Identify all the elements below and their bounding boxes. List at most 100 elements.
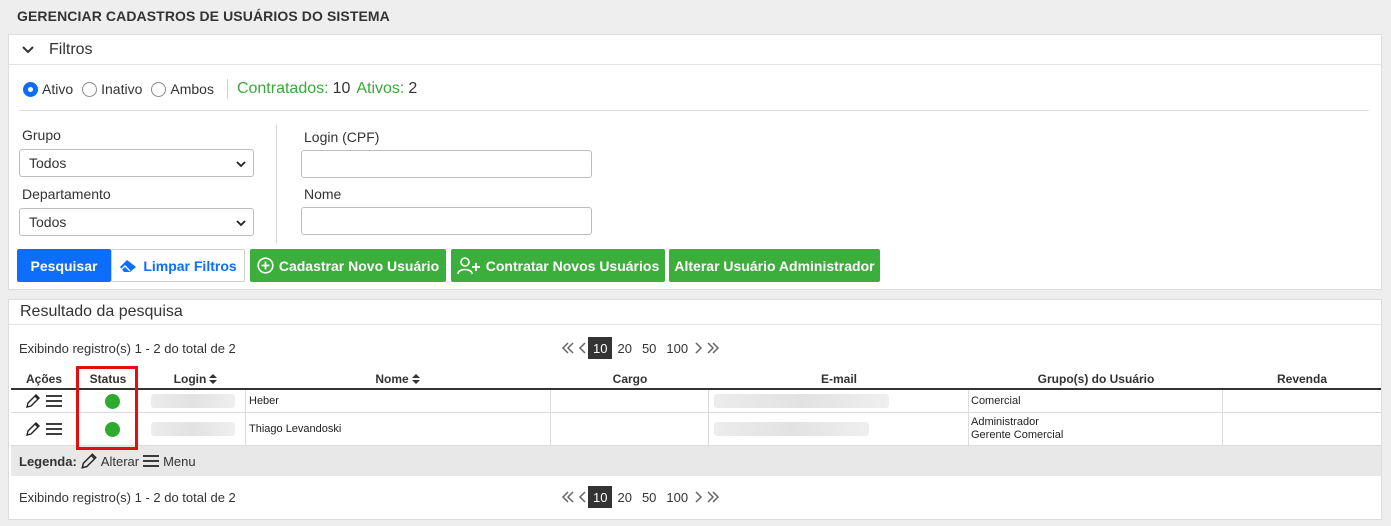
email-value-redacted [714,422,869,436]
nome-label: Nome [304,186,342,202]
radio-inativo-label: Inativo [101,81,143,97]
row-email [709,413,969,445]
filters-panel: Filtros Ativo Inativo Ambos Contratados:… [8,34,1382,290]
page-size-50[interactable]: 50 [637,337,661,359]
sort-icon[interactable] [208,373,218,385]
nome-input[interactable] [301,207,592,235]
radio-ativo[interactable]: Ativo [23,81,73,97]
ativos-value: 2 [408,80,418,97]
column-divider [276,125,277,243]
page-title: GERENCIAR CADASTROS DE USUÁRIOS DO SISTE… [17,8,390,24]
users-table: Ações Status Login Nome Cargo E-mail Gru… [11,367,1381,446]
table-header: Ações Status Login Nome Cargo E-mail Gru… [11,367,1381,390]
limpar-filtros-button[interactable]: Limpar Filtros [111,249,245,282]
plus-circle-icon [257,257,274,274]
pencil-icon[interactable] [25,393,41,409]
pencil-icon[interactable] [25,421,41,437]
row-revenda [1223,390,1381,412]
next-page-icon[interactable] [693,489,705,505]
menu-icon[interactable] [45,394,63,408]
records-info-top: Exibindo registro(s) 1 - 2 do total de 2 [19,341,236,356]
page-size-20[interactable]: 20 [612,486,636,508]
divider [226,79,228,99]
legend-bar: Legenda: Alterar Menu [11,446,1381,476]
grupo-item: Gerente Comercial [971,429,1064,441]
results-header: Resultado da pesquisa [9,300,1381,325]
contratar-usuarios-label: Contratar Novos Usuários [485,257,660,274]
row-nome: Thiago Levandoski [245,413,551,445]
login-label: Login (CPF) [304,129,380,145]
row-login [147,390,245,412]
departamento-select[interactable]: Todos [19,208,254,236]
contratados-label: Contratados: [236,80,329,97]
page-size-50[interactable]: 50 [637,486,661,508]
legend-menu: Menu [163,453,196,469]
grupo-select[interactable]: Todos [19,149,254,177]
row-actions [11,390,77,412]
radio-inativo[interactable]: Inativo [82,81,142,97]
departamento-select-value: Todos [29,214,67,230]
page-size-100[interactable]: 100 [661,486,693,508]
col-cargo: Cargo [612,372,648,386]
pagination-bottom: 10 20 50 100 [560,486,721,508]
page-size-20[interactable]: 20 [612,337,636,359]
row-login [147,413,245,445]
sort-icon[interactable] [411,373,421,385]
page-size-10[interactable]: 10 [588,337,613,359]
results-panel: Resultado da pesquisa Exibindo registro(… [8,299,1382,520]
user-plus-icon [456,256,480,274]
col-nome[interactable]: Nome [245,372,551,386]
pesquisar-label: Pesquisar [30,257,98,274]
records-info-bottom: Exibindo registro(s) 1 - 2 do total de 2 [19,490,236,505]
chevron-down-icon [236,161,246,168]
divider [19,110,1369,111]
menu-icon[interactable] [45,422,63,436]
pesquisar-button[interactable]: Pesquisar [17,249,111,282]
col-revenda: Revenda [1276,372,1328,386]
page-size-10[interactable]: 10 [588,486,613,508]
alterar-admin-button[interactable]: Alterar Usuário Administrador [669,249,880,282]
col-nome-label: Nome [375,372,409,386]
limpar-filtros-label: Limpar Filtros [143,257,237,274]
radio-ativo-control[interactable] [23,81,38,97]
results-title: Resultado da pesquisa [20,303,183,320]
legend-title: Legenda: [19,453,77,469]
radio-inativo-control[interactable] [82,81,98,97]
login-input[interactable] [301,150,592,178]
grupo-item: Administrador [971,416,1039,428]
row-email [709,390,969,412]
chevron-down-icon[interactable] [21,43,35,57]
pencil-icon [81,453,97,469]
first-page-icon[interactable] [560,489,576,505]
row-actions [11,413,77,445]
alterar-admin-label: Alterar Usuário Administrador [674,257,875,274]
row-cargo [551,413,709,445]
row-revenda [1223,413,1381,445]
chevron-down-icon [236,220,246,227]
login-value-redacted [151,394,235,408]
row-cargo [551,390,709,412]
contratar-usuarios-button[interactable]: Contratar Novos Usuários [451,249,665,282]
prev-page-icon[interactable] [576,340,588,356]
cadastrar-usuario-button[interactable]: Cadastrar Novo Usuário [250,249,446,282]
contratados-value: 10 [332,80,351,97]
last-page-icon[interactable] [705,489,721,505]
departamento-label: Departamento [22,186,111,202]
cadastrar-usuario-label: Cadastrar Novo Usuário [278,257,440,274]
status-column-highlight [76,366,138,450]
grupo-select-value: Todos [29,155,67,171]
last-page-icon[interactable] [705,340,721,356]
radio-ambos-control[interactable] [151,81,167,97]
menu-icon [143,455,160,467]
legend-alterar: Alterar [100,453,140,469]
prev-page-icon[interactable] [576,489,588,505]
page-size-100[interactable]: 100 [661,337,693,359]
login-value-redacted [151,422,235,436]
row-grupos: Administrador Gerente Comercial [969,413,1223,445]
radio-ambos[interactable]: Ambos [151,81,214,97]
col-login[interactable]: Login [147,372,245,386]
next-page-icon[interactable] [693,340,705,356]
table-row: Heber Comercial [11,390,1381,413]
first-page-icon[interactable] [560,340,576,356]
filters-header[interactable]: Filtros [9,35,1381,65]
